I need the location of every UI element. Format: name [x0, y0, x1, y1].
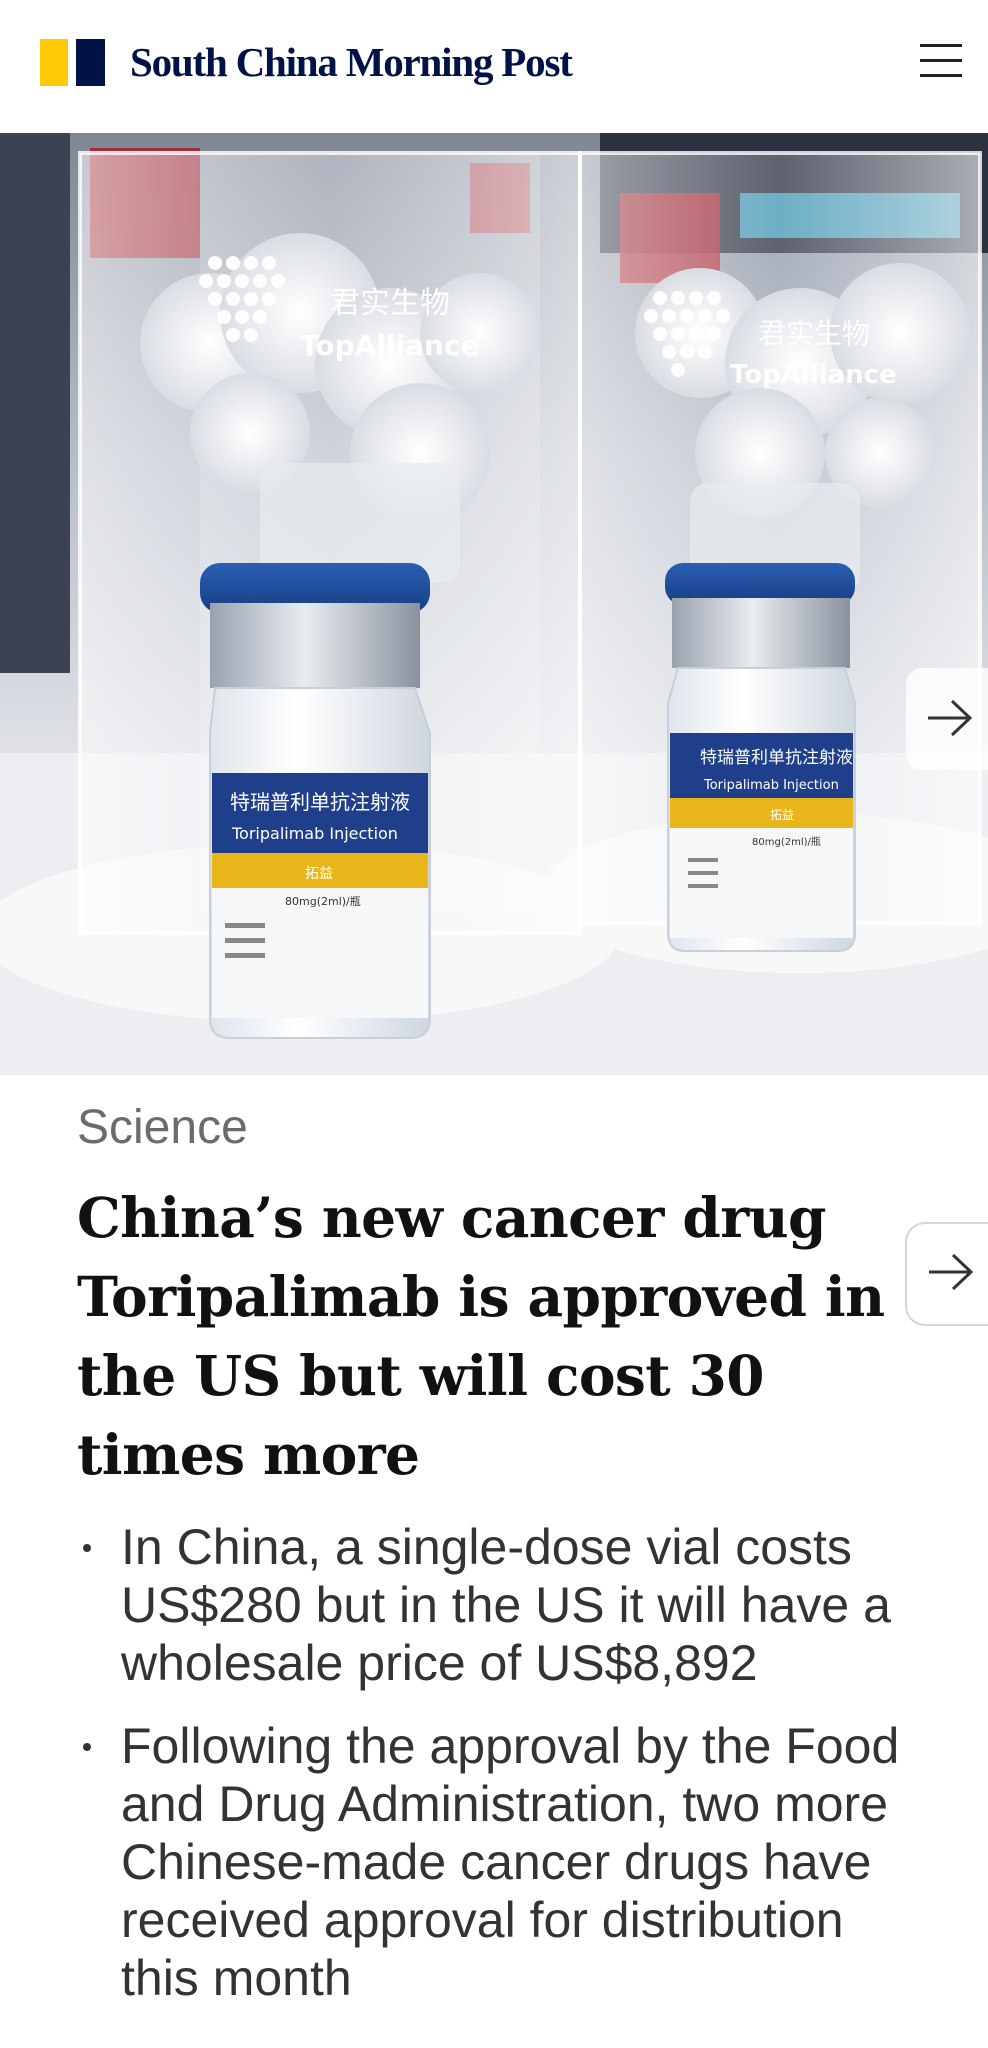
section-label[interactable]: Science	[77, 1100, 248, 1155]
site-header: South China Morning Post	[0, 0, 988, 133]
menu-bar	[920, 44, 962, 47]
summary-point: Following the approval by the Food and D…	[77, 1717, 907, 2007]
hero-label-band-left: 拓益	[305, 866, 333, 882]
scmp-logo-icon[interactable]	[40, 39, 105, 86]
logo-yellow-block	[40, 39, 68, 86]
bullet-icon	[83, 1544, 91, 1552]
carousel-next-button[interactable]	[906, 668, 988, 770]
article-headline[interactable]: China’s new cancer drug Toripalimab is a…	[77, 1178, 907, 1494]
menu-bar	[920, 74, 962, 77]
menu-bar	[920, 59, 962, 62]
logo-navy-block	[76, 39, 105, 86]
hero-label-cn-left: 特瑞普利单抗注射液	[230, 790, 410, 814]
arrow-right-icon	[928, 699, 973, 737]
article-summary: In China, a single-dose vial costs US$28…	[77, 1518, 907, 2032]
hero-label-en-right: Toripalimab Injection	[703, 778, 839, 793]
hero-dose-left: 80mg(2ml)/瓶	[285, 894, 361, 908]
summary-point: In China, a single-dose vial costs US$28…	[77, 1518, 907, 1692]
hero-brand-en-left: TopAlliance	[300, 329, 480, 362]
hamburger-menu-icon[interactable]	[918, 40, 964, 80]
hero-photo-illustration: 君实生物 TopAlliance 君实生物 TopAlliance 特瑞普利单抗…	[0, 133, 988, 1075]
hero-label-en-left: Toripalimab Injection	[231, 824, 398, 843]
hero-label-band-right: 拓益	[770, 808, 794, 822]
hero-brand-cn-left: 君实生物	[330, 286, 450, 321]
hero-dose-right: 80mg(2ml)/瓶	[752, 835, 821, 848]
hero-brand-en-right: TopAlliance	[730, 360, 897, 390]
hero-image[interactable]: 君实生物 TopAlliance 君实生物 TopAlliance 特瑞普利单抗…	[0, 133, 988, 1075]
hero-label-cn-right: 特瑞普利单抗注射液	[700, 748, 853, 768]
bullet-icon	[83, 1743, 91, 1751]
brand-wordmark[interactable]: South China Morning Post	[130, 38, 573, 86]
hero-brand-cn-right: 君实生物	[758, 317, 870, 350]
next-article-button[interactable]	[905, 1222, 988, 1326]
summary-text: Following the approval by the Food and D…	[121, 1718, 900, 2006]
summary-text: In China, a single-dose vial costs US$28…	[121, 1519, 891, 1691]
arrow-right-icon	[929, 1253, 974, 1291]
